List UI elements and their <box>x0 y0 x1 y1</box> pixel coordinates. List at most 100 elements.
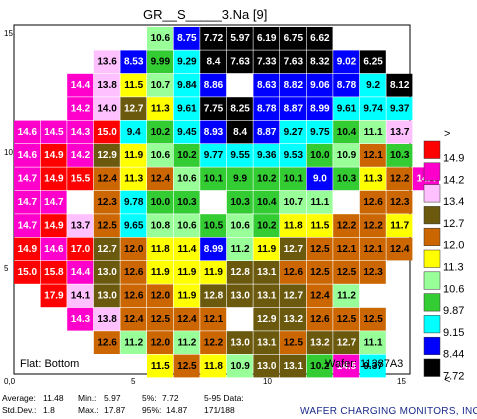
legend-swatch <box>423 206 441 225</box>
wafer-cell-value: 12.2 <box>390 174 410 185</box>
wafer-cell-value: 11.5 <box>310 220 329 231</box>
flat-label: Flat: Bottom <box>20 358 79 370</box>
wafer-cell-value: 14.7 <box>18 220 38 231</box>
wafer-cell-value: 12.1 <box>337 244 357 255</box>
wafer-cell-value: 10.0 <box>310 150 330 161</box>
wafer-cell-value: 13.6 <box>97 57 117 68</box>
wafer-cell-value: 13.1 <box>257 291 277 302</box>
wafer-cell-value: 12.6 <box>124 291 144 302</box>
wafer-cell-value: 9.99 <box>151 57 171 68</box>
wafer-cell-value: 12.5 <box>337 267 357 278</box>
wafer-cell-value: 11.2 <box>124 337 143 348</box>
wafer-cell-value: 12.1 <box>204 314 224 325</box>
wafer-cell-value: 13.0 <box>257 361 277 372</box>
wafer-cell-value: 14.4 <box>71 267 91 278</box>
wafer-cell-value: 10.6 <box>177 174 197 185</box>
stat-stddev-value: 1.8 <box>43 405 55 415</box>
wafer-cell-value: 15.0 <box>18 267 38 278</box>
wafer-cell-value: 8.87 <box>284 103 304 114</box>
wafer-cell-value: 12.4 <box>177 314 197 325</box>
wafer-cell-value: 6.62 <box>310 33 330 44</box>
wafer-cell-value: 10.7 <box>284 197 304 208</box>
wafer-cell-value: 11.9 <box>151 267 170 278</box>
wafer-cell-value: 12.6 <box>310 314 330 325</box>
wafer-cell-value: 12.7 <box>124 103 144 114</box>
wafer-cell-value: 9.84 <box>177 80 197 91</box>
wafer-cell-value: 12.4 <box>124 314 144 325</box>
wafer-label: Wafer: 11387A3 <box>325 358 403 370</box>
legend-swatch <box>423 336 441 355</box>
wafer-cell-value: 12.8 <box>204 291 224 302</box>
legend-swatch <box>423 162 441 181</box>
wafer-cell-value: 12.7 <box>337 337 357 348</box>
wafer-cell-value: 12.6 <box>97 337 117 348</box>
wafer-cell-value: 15.5 <box>71 174 91 185</box>
wafer-cell-value: 12.7 <box>97 244 117 255</box>
wafer-cell-value: 8.99 <box>310 103 330 114</box>
wafer-cell-value: 12.3 <box>390 197 410 208</box>
wafer-cell-value: 8.4 <box>207 57 221 68</box>
x-tick-5: 5 <box>131 377 136 386</box>
wafer-cell-value: 8.87 <box>257 127 277 138</box>
wafer-cell-value: 11.5 <box>151 361 170 372</box>
wafer-cell-value: 7.63 <box>230 57 250 68</box>
wafer-cell-value: 8.4 <box>233 127 247 138</box>
wafer-cell-value: 9.45 <box>177 127 197 138</box>
wafer-cell-value: 11.2 <box>231 244 250 255</box>
wafer-cell-value: 12.2 <box>363 220 383 231</box>
wafer-cell-value: 9.4 <box>127 127 141 138</box>
wafer-cell-value: 5.97 <box>230 33 250 44</box>
x-tick-origin: 0,0 <box>4 377 16 386</box>
wafer-cell-value: 13.1 <box>257 267 277 278</box>
wafer-cell-value: 10.9 <box>337 150 357 161</box>
legend-label: 9.15 <box>443 327 464 339</box>
stat-min-value: 5.97 <box>104 393 121 403</box>
wafer-cell-value: 9.36 <box>257 150 277 161</box>
wafer-cell-value: 12.9 <box>97 150 117 161</box>
wafer-cell-value: 10.6 <box>151 150 171 161</box>
stat-average-label: Average: <box>2 393 36 403</box>
legend-label: 13.4 <box>443 196 464 208</box>
wafer-cell-value: 12.3 <box>363 267 383 278</box>
wafer-cell-value: 10.4 <box>257 197 277 208</box>
wafer-cell-value: 12.5 <box>363 314 383 325</box>
wafer-cell-value: 10.7 <box>151 80 171 91</box>
stats-block: Average: 11.48 Std.Dev.: 1.8 Min.: 5.97 … <box>2 393 244 415</box>
wafer-cell-value: 11.8 <box>151 244 170 255</box>
wafer-cell-value: 13.8 <box>97 80 117 91</box>
wafer-cell-value: 14.0 <box>97 103 117 114</box>
wafer-cell-value: 11.2 <box>337 291 356 302</box>
legend-swatch <box>423 140 441 159</box>
wafer-map-chart: GR__S_____3.Na [9] 10.6 8.75 7.72 5.97 6.19 6… <box>2 7 477 417</box>
wafer-cell-value: 13.0 <box>230 337 250 348</box>
wafer-cell-value: 9.77 <box>204 150 224 161</box>
wafer-cell-value: 8.78 <box>257 103 277 114</box>
wafer-cell-value: 12.6 <box>284 267 304 278</box>
wafer-cell-value: 10.6 <box>230 220 250 231</box>
wafer-cell-value: 12.4 <box>97 174 117 185</box>
legend-label: 14.2 <box>443 174 464 186</box>
wafer-cell-value: 11.1 <box>310 197 329 208</box>
wafer-cell-value: 7.75 <box>204 103 224 114</box>
wafer-cell-value: 9.55 <box>230 150 250 161</box>
wafer-cell-value: 12.7 <box>284 244 304 255</box>
wafer-cell-value: 10.2 <box>257 220 277 231</box>
legend-label: 8.44 <box>443 349 464 361</box>
wafer-cell-value: 7.63 <box>284 57 304 68</box>
wafer-cell <box>200 190 227 214</box>
wafer-cell-value: 14.2 <box>71 150 91 161</box>
wafer-cell-value: 12.0 <box>151 291 171 302</box>
stat-max-label: Max.: <box>78 405 99 415</box>
wafer-cell-value: 8.53 <box>124 57 144 68</box>
wafer-cell <box>67 190 94 214</box>
wafer-cell-value: 13.7 <box>71 220 91 231</box>
wafer-cell-value: 8.63 <box>257 80 277 91</box>
wafer-cell-value: 12.7 <box>284 291 304 302</box>
wafer-cell-value: 14.9 <box>44 220 64 231</box>
wafer-cell-value: 9.37 <box>390 103 410 114</box>
wafer-cell-value: 11.1 <box>364 127 383 138</box>
wafer-cell-value: 11.9 <box>177 291 196 302</box>
wafer-cell-value: 12.5 <box>177 361 197 372</box>
wafer-cell <box>226 73 253 97</box>
legend-swatch <box>423 271 441 290</box>
